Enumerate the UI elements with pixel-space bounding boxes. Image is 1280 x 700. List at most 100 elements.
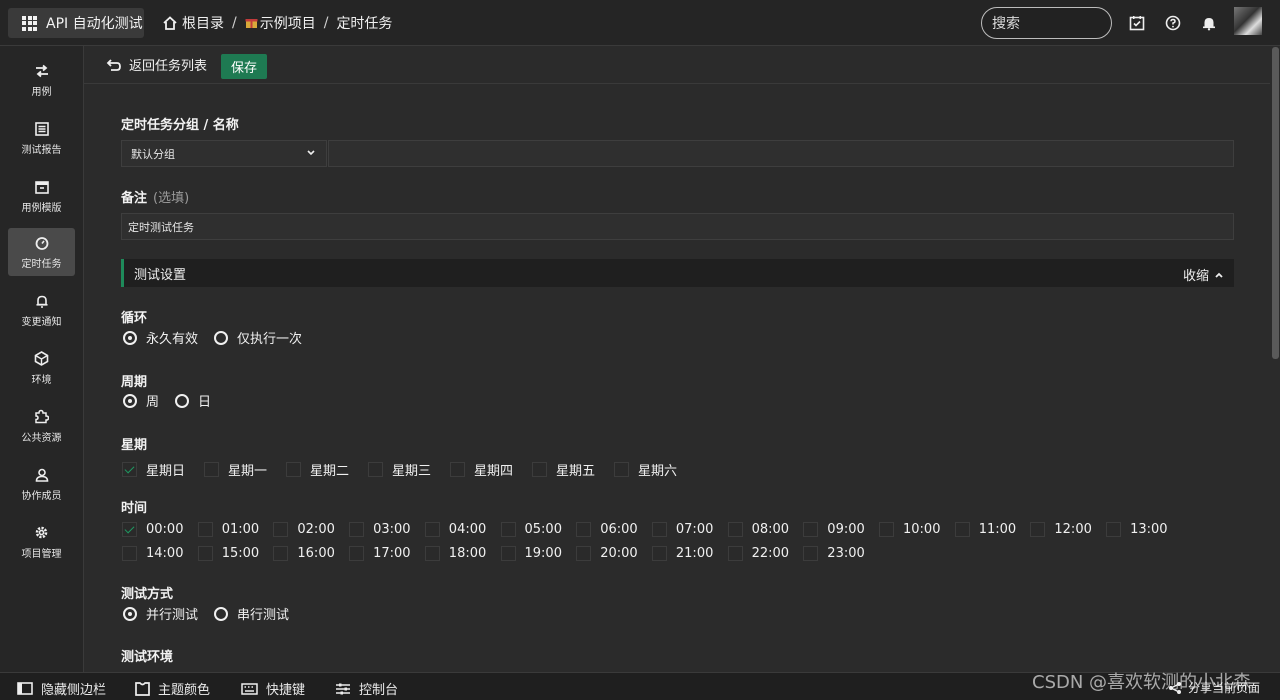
bell-icon[interactable] bbox=[1199, 13, 1219, 33]
period-radio-group: 周 日 bbox=[123, 391, 227, 410]
swap-icon bbox=[34, 63, 50, 79]
weekday-checkbox[interactable]: 星期五 bbox=[532, 460, 595, 479]
sidebar-item-scheduled-tasks[interactable]: 定时任务 bbox=[8, 228, 75, 276]
time-checkbox[interactable]: 16:00 bbox=[273, 546, 335, 561]
sidebar-item-public-resources[interactable]: 公共资源 bbox=[8, 402, 75, 450]
puzzle-icon bbox=[34, 409, 50, 425]
grid-icon bbox=[22, 15, 37, 31]
top-bar: API 自动化测试 根目录 / 示例项目 / 定时任务 搜索 bbox=[0, 0, 1280, 46]
time-checkbox[interactable]: 22:00 bbox=[727, 546, 789, 561]
shortcuts-button[interactable]: 快捷键 bbox=[241, 679, 305, 698]
sidebar-item-notifications[interactable]: 变更通知 bbox=[8, 286, 75, 334]
weekday-checkbox[interactable]: 星期六 bbox=[614, 460, 677, 479]
group-name-label: 定时任务分组 / 名称 bbox=[121, 118, 239, 133]
time-checkbox[interactable]: 08:00 bbox=[727, 522, 789, 537]
period-week-radio[interactable]: 周 bbox=[123, 391, 159, 410]
group-select[interactable]: 默认分组 bbox=[121, 140, 327, 167]
time-checkbox[interactable]: 00:00 bbox=[122, 522, 183, 537]
time-checkbox[interactable]: 06:00 bbox=[576, 522, 638, 537]
breadcrumb-root[interactable]: 根目录 bbox=[162, 13, 224, 33]
sidebar-item-environment[interactable]: 环境 bbox=[8, 344, 75, 392]
section-title: 测试设置 bbox=[134, 267, 187, 283]
period-day-radio[interactable]: 日 bbox=[175, 391, 211, 410]
time-checkbox[interactable]: 21:00 bbox=[651, 546, 713, 561]
gift-icon bbox=[245, 19, 258, 28]
person-icon bbox=[34, 467, 50, 483]
back-to-task-list-link[interactable]: 返回任务列表 bbox=[106, 55, 207, 74]
time-checkbox[interactable]: 20:00 bbox=[576, 546, 638, 561]
time-checkbox[interactable]: 02:00 bbox=[273, 522, 335, 537]
gear-icon bbox=[34, 525, 50, 541]
sidebar-item-templates[interactable]: 用例模版 bbox=[8, 172, 75, 220]
loop-once-radio[interactable]: 仅执行一次 bbox=[214, 328, 302, 347]
parallel-test-radio[interactable]: 并行测试 bbox=[123, 604, 198, 623]
time-label: 时间 bbox=[121, 501, 148, 516]
sidebar: 用例 测试报告 用例模版 定时任务 变更通知 环境 公共资源 协作成员 项目管理 bbox=[0, 46, 84, 672]
loop-forever-radio[interactable]: 永久有效 bbox=[123, 328, 198, 347]
avatar[interactable] bbox=[1234, 7, 1262, 35]
collapse-button[interactable]: 收缩 bbox=[1183, 265, 1224, 284]
console-button[interactable]: 控制台 bbox=[335, 679, 398, 698]
time-checkbox[interactable]: 15:00 bbox=[197, 546, 259, 561]
test-mode-radio-group: 并行测试 串行测试 bbox=[123, 604, 305, 623]
sliders-icon bbox=[336, 683, 350, 694]
time-checkbox[interactable]: 07:00 bbox=[651, 522, 713, 537]
note-input[interactable]: 定时测试任务 bbox=[121, 213, 1234, 240]
time-checkbox[interactable]: 10:00 bbox=[879, 522, 940, 537]
report-icon bbox=[34, 121, 50, 137]
test-mode-label: 测试方式 bbox=[121, 587, 174, 602]
template-icon bbox=[34, 179, 50, 195]
task-form: 定时任务分组 / 名称 默认分组 备注 (选填) 定时测试任务 测试设置 收缩 循… bbox=[84, 84, 1270, 672]
weekday-checkbox[interactable]: 星期二 bbox=[286, 460, 349, 479]
chevron-up-icon bbox=[1215, 272, 1223, 278]
period-label: 周期 bbox=[121, 375, 148, 390]
scrollbar[interactable] bbox=[1270, 47, 1280, 672]
sidebar-item-members[interactable]: 协作成员 bbox=[8, 460, 75, 508]
sidebar-item-project-management[interactable]: 项目管理 bbox=[8, 518, 75, 566]
weekday-checkbox[interactable]: 星期四 bbox=[450, 460, 513, 479]
theme-color-button[interactable]: 主题颜色 bbox=[135, 679, 210, 698]
sidebar-item-cases[interactable]: 用例 bbox=[8, 56, 75, 104]
time-checkbox[interactable]: 09:00 bbox=[803, 522, 865, 537]
time-checkbox[interactable]: 04:00 bbox=[424, 522, 486, 537]
calendar-check-icon[interactable] bbox=[1127, 13, 1147, 33]
watermark: CSDN @喜欢软测的小北森 bbox=[1032, 672, 1252, 693]
search-input[interactable]: 搜索 bbox=[981, 7, 1112, 39]
weekday-checkbox[interactable]: 星期三 bbox=[368, 460, 431, 479]
bell-icon bbox=[34, 293, 50, 309]
time-checkbox[interactable]: 19:00 bbox=[500, 546, 562, 561]
time-checkbox[interactable]: 03:00 bbox=[349, 522, 411, 537]
time-checkbox[interactable]: 12:00 bbox=[1030, 522, 1092, 537]
sidebar-item-reports[interactable]: 测试报告 bbox=[8, 114, 75, 162]
timer-icon bbox=[34, 235, 50, 251]
time-checkbox[interactable]: 05:00 bbox=[500, 522, 562, 537]
time-checkbox[interactable]: 18:00 bbox=[424, 546, 486, 561]
home-icon bbox=[163, 16, 177, 30]
note-label: 备注 (选填) bbox=[121, 191, 190, 206]
app-switcher-button[interactable]: API 自动化测试 bbox=[8, 8, 144, 38]
save-button[interactable]: 保存 bbox=[221, 54, 267, 79]
chevron-down-icon bbox=[307, 150, 315, 156]
return-icon bbox=[106, 58, 121, 71]
weekday-checkbox[interactable]: 星期一 bbox=[204, 460, 267, 479]
time-checkbox[interactable]: 14:00 bbox=[122, 546, 183, 561]
serial-test-radio[interactable]: 串行测试 bbox=[214, 604, 289, 623]
scrollbar-thumb[interactable] bbox=[1272, 47, 1279, 359]
cube-icon bbox=[34, 351, 50, 367]
time-checkbox[interactable]: 23:00 bbox=[803, 546, 865, 561]
test-settings-section-header: 测试设置 收缩 bbox=[121, 259, 1234, 287]
task-name-input[interactable] bbox=[328, 140, 1234, 167]
time-checkbox[interactable]: 17:00 bbox=[349, 546, 411, 561]
loop-label: 循环 bbox=[121, 311, 148, 326]
breadcrumb-project[interactable]: 示例项目 bbox=[245, 13, 316, 33]
test-env-label: 测试环境 bbox=[121, 650, 174, 665]
time-checkbox[interactable]: 01:00 bbox=[197, 522, 259, 537]
time-checkbox[interactable]: 13:00 bbox=[1106, 522, 1168, 537]
keyboard-icon bbox=[241, 682, 258, 695]
time-checkbox[interactable]: 11:00 bbox=[954, 522, 1016, 537]
weekday-checkbox[interactable]: 星期日 bbox=[122, 460, 185, 479]
sidebar-toggle-icon bbox=[17, 682, 33, 695]
hide-sidebar-button[interactable]: 隐藏侧边栏 bbox=[17, 679, 106, 698]
shirt-icon bbox=[135, 681, 150, 696]
help-icon[interactable] bbox=[1163, 13, 1183, 33]
